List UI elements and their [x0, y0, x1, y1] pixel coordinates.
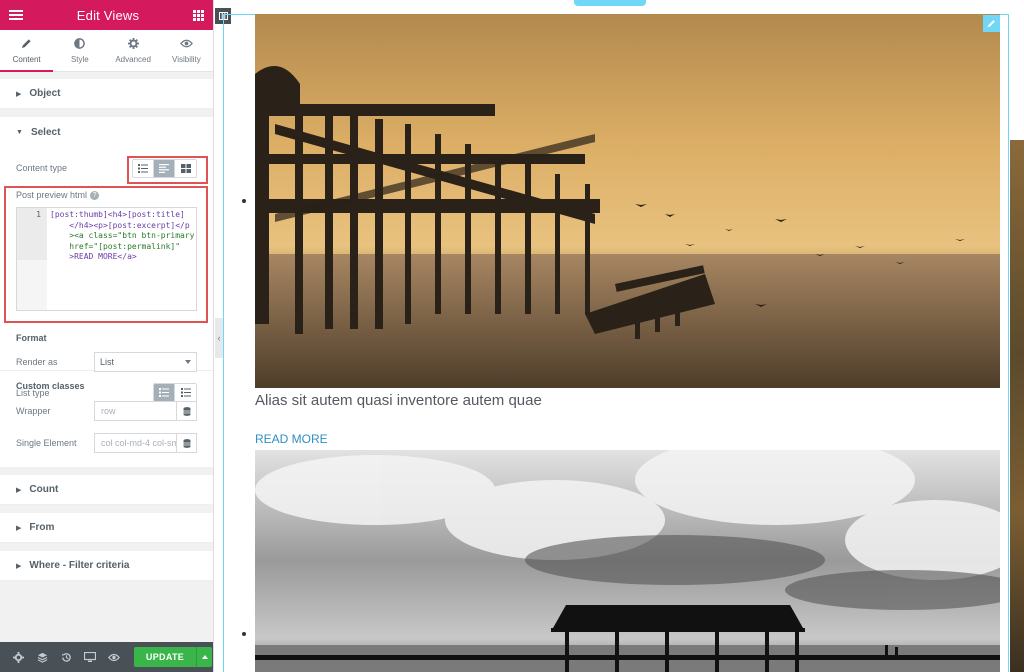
- highlight-post-preview: [4, 186, 208, 323]
- tab-visibility-label: Visibility: [172, 54, 201, 64]
- list-bullet: [242, 199, 246, 203]
- tab-style-label: Style: [70, 54, 89, 64]
- panel-footer: UPDATE: [0, 642, 213, 672]
- wrapper-input[interactable]: row: [94, 401, 177, 421]
- update-options-button[interactable]: [196, 647, 212, 667]
- post-thumbnail[interactable]: [255, 14, 1000, 388]
- section-top-handle[interactable]: [574, 0, 646, 6]
- list-numbered-icon: [180, 388, 191, 397]
- tab-advanced[interactable]: Advanced: [107, 30, 160, 71]
- section-select-label: Select: [30, 126, 61, 138]
- widgets-grid-icon[interactable]: [193, 9, 204, 21]
- preview-canvas: ‹ Alias sit autem quasi inventore autem …: [215, 0, 1024, 672]
- database-icon[interactable]: [177, 433, 197, 453]
- list-bullets-icon: [159, 388, 169, 397]
- caret-right-icon: ▶: [16, 524, 22, 532]
- render-as-value: List: [100, 357, 115, 367]
- read-more-link[interactable]: READ MORE: [255, 432, 328, 446]
- edit-widget-pencil-icon[interactable]: [983, 15, 1000, 32]
- render-as-label: Render as: [16, 357, 58, 367]
- format-heading: Format: [16, 333, 47, 343]
- tab-content-label: Content: [12, 54, 41, 64]
- preview-eye-icon[interactable]: [102, 642, 126, 672]
- post-thumbnail[interactable]: [255, 450, 1000, 672]
- list-type-ordered-button[interactable]: [175, 384, 196, 401]
- database-icon[interactable]: [177, 401, 197, 421]
- section-from[interactable]: ▶ From: [0, 513, 213, 543]
- section-object[interactable]: ▶ Object: [0, 79, 213, 109]
- section-where-label: Where - Filter criteria: [29, 560, 130, 571]
- pencil-icon: [21, 38, 32, 52]
- tab-style[interactable]: Style: [53, 30, 106, 71]
- caret-up-icon: [201, 655, 208, 659]
- list-bullet: [242, 632, 246, 636]
- panel-header: Edit Views: [0, 0, 213, 30]
- caret-down-icon: ▼: [16, 128, 23, 136]
- tab-content[interactable]: Content: [0, 30, 54, 72]
- gear-icon: [127, 37, 139, 52]
- tab-advanced-label: Advanced: [115, 54, 151, 64]
- list-type-unordered-button[interactable]: [154, 384, 175, 401]
- content-type-label: Content type: [16, 163, 68, 173]
- highlight-content-type: [127, 156, 208, 184]
- responsive-monitor-icon[interactable]: [78, 642, 102, 672]
- wrapper-label: Wrapper: [16, 406, 51, 416]
- eye-icon: [179, 38, 193, 52]
- contrast-icon: [74, 37, 86, 52]
- panel-title: Edit Views: [76, 7, 140, 23]
- single-element-label: Single Element: [16, 438, 77, 448]
- section-count-label: Count: [29, 484, 59, 495]
- list-type-buttons: [153, 383, 197, 402]
- caret-right-icon: ▶: [16, 562, 22, 570]
- single-element-input[interactable]: col col-md-4 col-sm: [94, 433, 177, 453]
- section-where[interactable]: ▶ Where - Filter criteria: [0, 551, 213, 581]
- section-object-label: Object: [29, 88, 61, 99]
- history-icon[interactable]: [54, 642, 78, 672]
- section-count[interactable]: ▶ Count: [0, 475, 213, 505]
- hamburger-menu-icon[interactable]: [9, 10, 23, 20]
- update-button[interactable]: UPDATE: [134, 647, 196, 667]
- chevron-down-icon: [185, 360, 191, 364]
- caret-right-icon: ▶: [16, 90, 22, 98]
- caret-right-icon: ▶: [16, 486, 22, 494]
- tab-visibility[interactable]: Visibility: [160, 30, 213, 71]
- post-title: Alias sit autem quasi inventore autem qu…: [255, 392, 542, 409]
- background-strip: [1010, 140, 1024, 672]
- settings-gear-icon[interactable]: [6, 642, 30, 672]
- editor-panel: Edit Views Content Style Advanced Visibi…: [0, 0, 214, 672]
- section-select[interactable]: ▼ Select: [0, 117, 213, 147]
- layers-icon[interactable]: [30, 642, 54, 672]
- render-as-select[interactable]: List: [94, 352, 197, 372]
- panel-tabs: Content Style Advanced Visibility: [0, 30, 213, 72]
- section-from-label: From: [29, 522, 55, 533]
